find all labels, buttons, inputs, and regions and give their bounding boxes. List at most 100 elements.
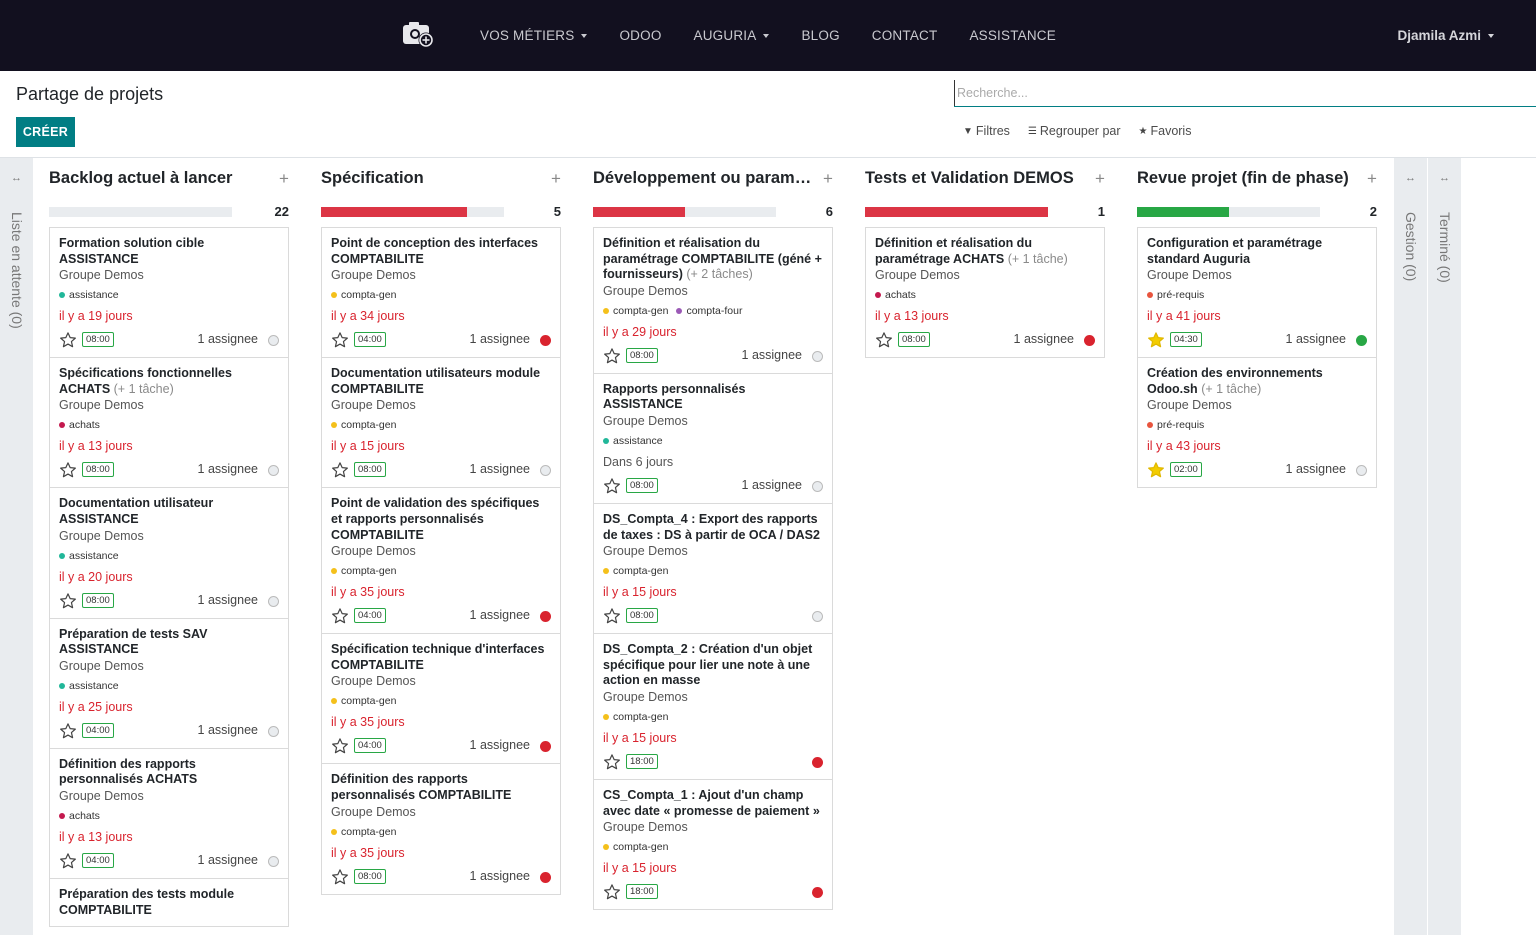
task-card[interactable]: Formation solution cible ASSISTANCE Group… [49, 227, 289, 359]
kanban-state-indicator[interactable] [812, 350, 823, 362]
nav-item[interactable]: AUGURIA [678, 28, 786, 43]
task-card[interactable]: Création des environnements Odoo.sh (+ 1… [1137, 357, 1377, 489]
create-button[interactable]: CRÉER [16, 117, 75, 147]
add-task-icon[interactable]: + [823, 169, 833, 189]
progress-segment-blocked[interactable] [593, 207, 685, 217]
priority-star-icon[interactable] [603, 607, 621, 625]
kanban-state-indicator[interactable] [812, 480, 823, 492]
task-card[interactable]: Documentation utilisateur ASSISTANCE Grou… [49, 487, 289, 619]
progress-segment-done[interactable] [1137, 207, 1229, 217]
column-progress-bar[interactable] [49, 207, 232, 217]
kanban-state-indicator[interactable] [540, 335, 551, 347]
task-card[interactable]: Configuration et paramétrage standard Au… [1137, 227, 1377, 359]
task-card[interactable]: Rapports personnalisés ASSISTANCE Groupe … [593, 372, 833, 504]
priority-star-icon[interactable] [603, 753, 621, 771]
column-progress-bar[interactable] [321, 207, 504, 217]
expand-icon[interactable]: ↔ [1428, 172, 1461, 184]
priority-star-icon[interactable] [1147, 331, 1165, 349]
task-deadline: il y a 15 jours [603, 585, 677, 600]
task-card[interactable]: Spécification technique d'interfaces COM… [321, 633, 561, 765]
priority-star-icon[interactable] [59, 592, 77, 610]
column-title[interactable]: Spécification [321, 169, 541, 188]
priority-star-icon[interactable] [1147, 461, 1165, 479]
kanban-state-indicator[interactable] [268, 725, 279, 737]
task-card[interactable]: Définition et réalisation du paramétrage… [865, 227, 1105, 359]
task-card[interactable]: Documentation utilisateurs module COMPTA… [321, 357, 561, 489]
add-task-icon[interactable]: + [1367, 169, 1377, 189]
kanban-state-indicator[interactable] [1356, 465, 1367, 477]
task-name: Configuration et paramétrage standard Au… [1147, 236, 1323, 266]
column-progress-bar[interactable] [1137, 207, 1320, 217]
expand-icon[interactable]: ↔ [0, 172, 33, 184]
kanban-state-indicator[interactable] [540, 465, 551, 477]
kanban-state-indicator[interactable] [540, 871, 551, 883]
chevron-down-icon [763, 33, 770, 38]
column-title[interactable]: Backlog actuel à lancer [49, 169, 269, 188]
priority-star-icon[interactable] [603, 477, 621, 495]
kanban-state-indicator[interactable] [268, 855, 279, 867]
column-title[interactable]: Tests et Validation DEMOS [865, 169, 1085, 188]
groupby-button[interactable]: ☰ Regrouper par [1028, 124, 1121, 138]
column-title[interactable]: Revue projet (fin de phase) [1137, 169, 1357, 188]
task-card[interactable]: Préparation des tests module COMPTABILIT… [49, 877, 289, 928]
tag: achats [59, 809, 100, 823]
kanban-state-indicator[interactable] [812, 611, 823, 623]
task-card[interactable]: Point de conception des interfaces COMPT… [321, 227, 561, 359]
kanban-state-indicator[interactable] [268, 595, 279, 607]
priority-star-icon[interactable] [875, 331, 893, 349]
priority-star-icon[interactable] [59, 331, 77, 349]
add-task-icon[interactable]: + [551, 169, 561, 189]
nav-item[interactable]: ASSISTANCE [953, 28, 1072, 43]
task-card[interactable]: DS_Compta_4 : Export des rapports de tax… [593, 502, 833, 635]
priority-star-icon[interactable] [331, 868, 349, 886]
nav-item[interactable]: BLOG [785, 28, 855, 43]
folded-column-termine[interactable]: ↔ Terminé (0) [1428, 158, 1461, 935]
task-card[interactable]: Définition et réalisation du paramétrage… [593, 227, 833, 374]
kanban-state-indicator[interactable] [812, 756, 823, 768]
nav-item[interactable]: CONTACT [856, 28, 954, 43]
priority-star-icon[interactable] [59, 461, 77, 479]
favorites-button[interactable]: ★ Favoris [1139, 124, 1192, 138]
nav-item[interactable]: ODOO [603, 28, 677, 43]
priority-star-icon[interactable] [59, 722, 77, 740]
task-card[interactable]: Point de validation des spécifiques et r… [321, 487, 561, 635]
nav-item[interactable]: VOS MÉTIERS [464, 28, 603, 43]
column-title[interactable]: Développement ou paramétrage [593, 169, 813, 188]
card-list: Configuration et paramétrage standard Au… [1137, 227, 1377, 489]
camera-plus-icon[interactable] [402, 19, 436, 49]
expand-icon[interactable]: ↔ [1394, 172, 1427, 184]
task-card[interactable]: Préparation de tests SAV ASSISTANCE Group… [49, 617, 289, 749]
priority-star-icon[interactable] [331, 461, 349, 479]
progress-segment-blocked[interactable] [321, 207, 468, 217]
priority-star-icon[interactable] [331, 331, 349, 349]
filters-button[interactable]: ▼ Filtres [963, 124, 1010, 138]
kanban-state-indicator[interactable] [812, 887, 823, 899]
add-task-icon[interactable]: + [279, 169, 289, 189]
priority-star-icon[interactable] [603, 347, 621, 365]
priority-star-icon[interactable] [331, 607, 349, 625]
priority-star-icon[interactable] [59, 852, 77, 870]
user-menu[interactable]: Djamila Azmi [1397, 0, 1494, 71]
task-card[interactable]: DS_Compta_2 : Création d'un objet spécif… [593, 633, 833, 780]
kanban-state-indicator[interactable] [268, 335, 279, 347]
kanban-state-indicator[interactable] [268, 465, 279, 477]
task-card[interactable]: Définition des rapports personnalisés AC… [49, 747, 289, 879]
priority-star-icon[interactable] [603, 883, 621, 901]
task-card[interactable]: Spécifications fonctionnelles ACHATS (+ … [49, 357, 289, 489]
kanban-state-indicator[interactable] [540, 611, 551, 623]
add-task-icon[interactable]: + [1095, 169, 1105, 189]
priority-star-icon[interactable] [331, 737, 349, 755]
kanban-state-indicator[interactable] [540, 741, 551, 753]
folded-column-gestion[interactable]: ↔ Gestion (0) [1394, 158, 1427, 935]
kanban-state-indicator[interactable] [1084, 335, 1095, 347]
column-progress-bar[interactable] [593, 207, 776, 217]
task-card[interactable]: CS_Compta_1 : Ajout d'un champ avec date… [593, 778, 833, 911]
progress-segment-blocked[interactable] [865, 207, 1048, 217]
kanban-state-indicator[interactable] [1356, 335, 1367, 347]
task-card[interactable]: Définition des rapports personnalisés CO… [321, 763, 561, 895]
column-progress-bar[interactable] [865, 207, 1048, 217]
tag-label: compta-gen [341, 289, 397, 302]
search-input[interactable] [954, 80, 1536, 106]
folded-column-waiting[interactable]: ↔ Liste en attente (0) [0, 158, 33, 935]
task-title: Définition des rapports personnalisés AC… [59, 757, 280, 788]
